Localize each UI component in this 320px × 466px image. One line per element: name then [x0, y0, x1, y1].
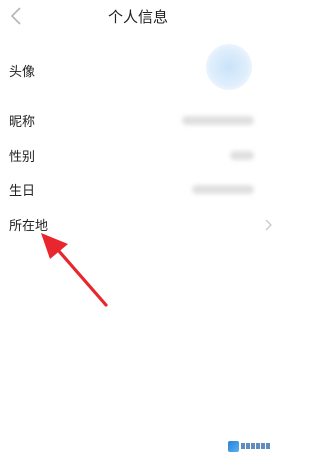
- page-title: 个人信息: [107, 8, 168, 26]
- row-label-gender: 性别: [9, 150, 36, 165]
- row-label-birthday: 生日: [9, 184, 36, 199]
- chevron-right-icon: [265, 219, 272, 231]
- profile-row-gender[interactable]: 性别: [0, 143, 276, 169]
- app-header: 个人信息: [0, 0, 276, 34]
- site-watermark: [228, 439, 272, 453]
- gender-value-blurred: [230, 151, 254, 160]
- row-label-nickname: 昵称: [9, 115, 36, 130]
- nickname-value-blurred: [182, 116, 254, 125]
- avatar[interactable]: [206, 44, 252, 90]
- site-logo-icon: [228, 440, 239, 452]
- row-label-avatar: 头像: [9, 65, 36, 80]
- profile-row-nickname[interactable]: 昵称: [0, 108, 276, 134]
- profile-row-birthday[interactable]: 生日: [0, 177, 276, 203]
- profile-row-location[interactable]: 所在地: [0, 212, 276, 238]
- watermark-text-graphic: [241, 443, 270, 449]
- row-label-location: 所在地: [9, 219, 49, 234]
- birthday-value-blurred: [192, 185, 254, 194]
